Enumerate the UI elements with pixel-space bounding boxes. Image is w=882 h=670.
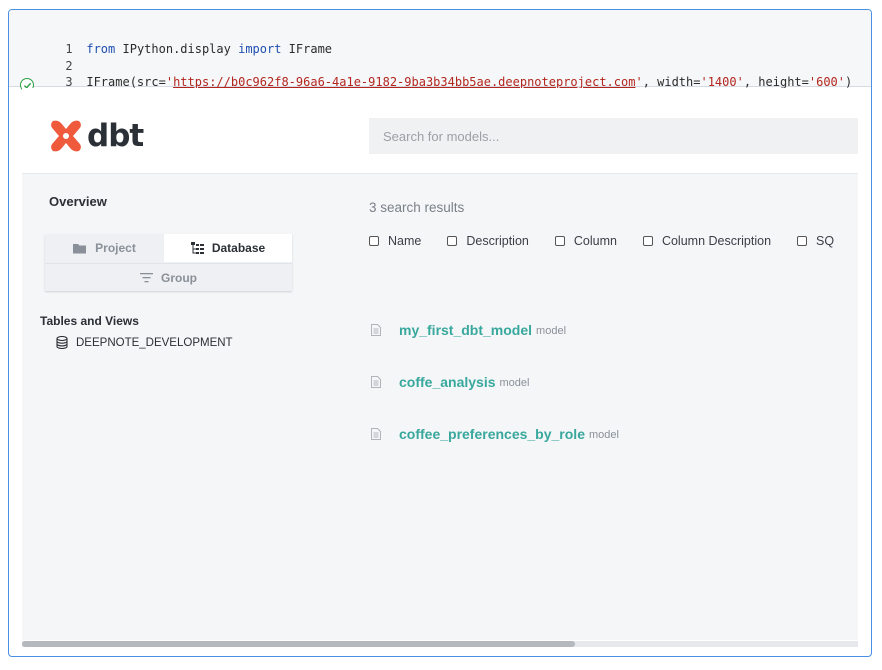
result-type: model	[589, 429, 619, 441]
tab-group-label: Group	[161, 270, 197, 285]
checkbox[interactable]	[369, 236, 379, 246]
tab-group[interactable]: Group	[45, 263, 292, 291]
filter-description[interactable]: Description	[447, 234, 529, 248]
result-name[interactable]: my_first_dbt_model	[399, 322, 532, 338]
results-count: 3 search results	[369, 200, 465, 215]
search-result[interactable]: my_first_dbt_model model	[371, 322, 566, 338]
notebook-cell[interactable]: 1 from IPython.display import IFrame 2 3I…	[8, 9, 872, 657]
filter-column[interactable]: Column	[554, 234, 617, 248]
result-type: model	[499, 377, 530, 389]
horizontal-scrollbar[interactable]	[22, 641, 858, 647]
height-arg: , height=	[743, 75, 809, 89]
filter-label: Description	[466, 234, 529, 248]
tab-database[interactable]: Database	[164, 234, 292, 262]
code-editor[interactable]: 1 from IPython.display import IFrame 2 3I…	[9, 10, 871, 89]
dbt-logo-text: dbt	[87, 118, 144, 154]
width-arg: , width=	[642, 75, 701, 89]
module-name: IPython.display	[115, 42, 239, 56]
document-icon	[371, 324, 381, 336]
code-line-3: 3 IFrame(src='https://b0c962f8-96a6-4a1e-…	[9, 57, 852, 89]
url-link[interactable]: https://b0c962f8-96a6-4a1e-9182-9ba3b34b…	[173, 75, 635, 89]
view-tabs: Project Database Group	[45, 234, 292, 291]
height-value: '600'	[808, 75, 845, 89]
checkbox[interactable]	[797, 236, 808, 246]
close-paren: )	[845, 75, 853, 89]
tables-and-views-heading: Tables and Views	[40, 314, 139, 328]
filter-label: Column	[573, 234, 617, 248]
dbt-logo-icon	[51, 120, 81, 152]
filter-label: Column Description	[661, 234, 772, 248]
scrollbar-thumb[interactable]	[22, 641, 575, 647]
database-icon	[56, 336, 68, 349]
search-result[interactable]: coffee_preferences_by_role model	[371, 426, 619, 442]
import-name: IFrame	[281, 42, 333, 56]
database-name: DEEPNOTE_DEVELOPMENT	[76, 336, 233, 349]
search-filters: Name Description Column Column Descripti…	[369, 231, 858, 251]
document-icon	[371, 428, 381, 440]
model-search-input[interactable]	[369, 118, 858, 154]
code-line-1: 1 from IPython.display import IFrame	[9, 24, 332, 56]
string-quote: '	[165, 75, 174, 89]
tab-database-label: Database	[211, 241, 266, 255]
database-item[interactable]: DEEPNOTE_DEVELOPMENT	[56, 336, 233, 349]
iframe-output[interactable]: dbt Overview Project Database	[22, 88, 858, 640]
code-line-2: 2	[9, 41, 86, 73]
filter-label: SQ	[816, 234, 835, 248]
search-result[interactable]: coffe_analysis model	[371, 374, 529, 390]
filter-lines-icon	[140, 272, 153, 283]
checkbox[interactable]	[642, 236, 653, 246]
checkbox[interactable]	[554, 236, 565, 246]
tab-project-label: Project	[95, 241, 136, 255]
dbt-header: dbt	[22, 88, 858, 174]
folder-icon	[73, 243, 87, 254]
result-name[interactable]: coffe_analysis	[399, 374, 496, 390]
overview-link[interactable]: Overview	[49, 194, 107, 209]
filter-column-description[interactable]: Column Description	[642, 234, 772, 248]
filter-label: Name	[388, 234, 422, 248]
call-expression: IFrame(src=	[86, 75, 166, 89]
dbt-logo[interactable]: dbt	[49, 118, 144, 154]
result-type: model	[536, 325, 567, 337]
tree-icon	[190, 241, 204, 255]
tab-project[interactable]: Project	[45, 234, 164, 262]
string-quote: '	[635, 75, 643, 89]
sidebar: Overview Project Database Group Tables a…	[22, 174, 331, 640]
width-value: '1400'	[700, 75, 744, 89]
filter-name[interactable]: Name	[369, 234, 421, 248]
keyword-import: import	[238, 42, 282, 56]
keyword-from: from	[86, 42, 116, 56]
filter-sql[interactable]: SQ	[797, 234, 834, 248]
result-name[interactable]: coffee_preferences_by_role	[399, 426, 585, 442]
checkbox[interactable]	[447, 236, 458, 246]
document-icon	[371, 376, 381, 388]
search-results-panel: 3 search results Name Description Column…	[331, 174, 858, 640]
